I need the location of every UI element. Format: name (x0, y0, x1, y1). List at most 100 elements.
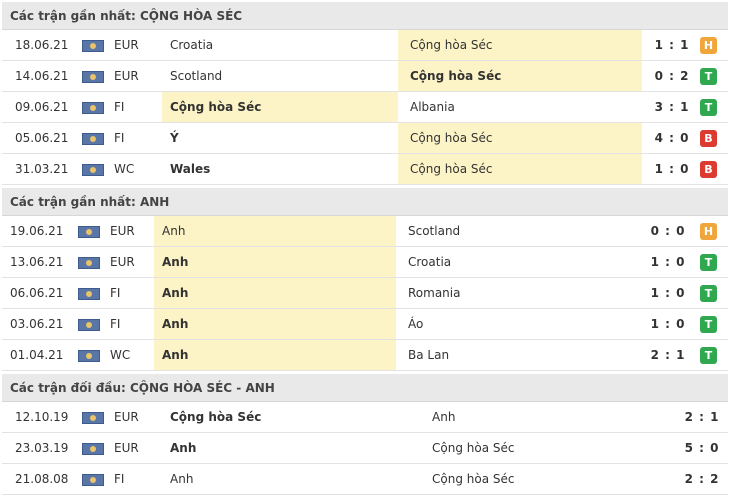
away-team[interactable]: Anh (420, 402, 678, 432)
competition: EUR (114, 410, 139, 424)
competition-flag-icon (78, 226, 100, 238)
match-date: 13.06.21 (10, 255, 64, 269)
match-score: 3 : 1 (654, 100, 690, 114)
section-czech-recent: Các trận gần nhất: CỘNG HÒA SÉC 18.06.21… (2, 2, 728, 185)
away-team[interactable]: Ba Lan (396, 340, 642, 370)
match-date: 01.04.21 (10, 348, 64, 362)
away-team[interactable]: Albania (398, 92, 642, 122)
match-score: 0 : 0 (650, 224, 686, 238)
away-team[interactable]: Áo (396, 309, 642, 339)
match-score: 0 : 2 (654, 69, 690, 83)
competition-flag-icon (82, 40, 104, 52)
competition: EUR (114, 69, 139, 83)
competition: FI (110, 286, 121, 300)
competition: EUR (114, 441, 139, 455)
match-date: 23.03.19 (15, 441, 69, 455)
result-badge: T (700, 99, 717, 116)
match-score: 1 : 0 (650, 317, 686, 331)
match-date: 21.08.08 (15, 472, 69, 486)
match-row[interactable]: 06.06.21 FI Anh Romania 1 : 0 T (2, 278, 728, 309)
match-row[interactable]: 14.06.21 EUR Scotland Cộng hòa Séc 0 : 2 T (2, 61, 728, 92)
result-badge: T (700, 316, 717, 333)
section-head-to-head: Các trận đối đầu: CỘNG HÒA SÉC - ANH 12.… (2, 374, 728, 495)
result-badge: B (700, 161, 717, 178)
competition-flag-icon (82, 102, 104, 114)
home-team[interactable]: Cộng hòa Séc (162, 92, 398, 122)
away-team[interactable]: Cộng hòa Séc (398, 30, 642, 60)
match-score: 4 : 0 (654, 131, 690, 145)
section-england-recent: Các trận gần nhất: ANH 19.06.21 EUR Anh Sco… (2, 188, 728, 371)
home-team[interactable]: Anh (162, 464, 420, 494)
match-score: 5 : 0 (684, 441, 720, 455)
home-team[interactable]: Anh (154, 340, 396, 370)
section-title: Các trận gần nhất: CỘNG HÒA SÉC (2, 2, 728, 30)
match-date: 19.06.21 (10, 224, 64, 238)
match-row[interactable]: 01.04.21 WC Anh Ba Lan 2 : 1 T (2, 340, 728, 371)
match-row[interactable]: 19.06.21 EUR Anh Scotland 0 : 0 H (2, 216, 728, 247)
competition-flag-icon (78, 319, 100, 331)
home-team[interactable]: Wales (162, 154, 398, 184)
competition-flag-icon (82, 443, 104, 455)
competition: EUR (110, 255, 135, 269)
match-score: 1 : 1 (654, 38, 690, 52)
match-score: 1 : 0 (654, 162, 690, 176)
match-row[interactable]: 05.06.21 FI Ý Cộng hòa Séc 4 : 0 B (2, 123, 728, 154)
home-team[interactable]: Anh (154, 216, 396, 246)
away-team[interactable]: Croatia (396, 247, 642, 277)
home-team[interactable]: Anh (162, 433, 420, 463)
section-title: Các trận đối đầu: CỘNG HÒA SÉC - ANH (2, 374, 728, 402)
competition: WC (110, 348, 131, 362)
home-team[interactable]: Anh (154, 278, 396, 308)
competition-flag-icon (82, 474, 104, 486)
competition-flag-icon (82, 164, 104, 176)
away-team[interactable]: Cộng hòa Séc (398, 61, 642, 91)
match-date: 18.06.21 (15, 38, 69, 52)
match-score: 2 : 1 (684, 410, 720, 424)
result-badge: H (700, 223, 717, 240)
match-date: 03.06.21 (10, 317, 64, 331)
match-date: 06.06.21 (10, 286, 64, 300)
competition: EUR (110, 224, 135, 238)
match-row[interactable]: 13.06.21 EUR Anh Croatia 1 : 0 T (2, 247, 728, 278)
competition: WC (114, 162, 135, 176)
home-team[interactable]: Croatia (162, 30, 398, 60)
away-team[interactable]: Cộng hòa Séc (420, 464, 678, 494)
match-score: 1 : 0 (650, 255, 686, 269)
competition-flag-icon (78, 288, 100, 300)
match-row[interactable]: 18.06.21 EUR Croatia Cộng hòa Séc 1 : 1 H (2, 30, 728, 61)
competition-flag-icon (82, 71, 104, 83)
match-row[interactable]: 09.06.21 FI Cộng hòa Séc Albania 3 : 1 T (2, 92, 728, 123)
away-team[interactable]: Romania (396, 278, 642, 308)
result-badge: H (700, 37, 717, 54)
competition: FI (114, 131, 125, 145)
result-badge: T (700, 254, 717, 271)
away-team[interactable]: Cộng hòa Séc (398, 154, 642, 184)
home-team[interactable]: Scotland (162, 61, 398, 91)
match-row[interactable]: 23.03.19 EUR Anh Cộng hòa Séc 5 : 0 (2, 433, 728, 464)
result-badge: T (700, 68, 717, 85)
result-badge: T (700, 347, 717, 364)
match-score: 1 : 0 (650, 286, 686, 300)
match-score: 2 : 1 (650, 348, 686, 362)
home-team[interactable]: Cộng hòa Séc (162, 402, 420, 432)
match-row[interactable]: 21.08.08 FI Anh Cộng hòa Séc 2 : 2 (2, 464, 728, 495)
home-team[interactable]: Anh (154, 247, 396, 277)
match-row[interactable]: 03.06.21 FI Anh Áo 1 : 0 T (2, 309, 728, 340)
away-team[interactable]: Cộng hòa Séc (398, 123, 642, 153)
match-row[interactable]: 31.03.21 WC Wales Cộng hòa Séc 1 : 0 B (2, 154, 728, 185)
match-date: 14.06.21 (15, 69, 69, 83)
competition-flag-icon (78, 350, 100, 362)
match-row[interactable]: 12.10.19 EUR Cộng hòa Séc Anh 2 : 1 (2, 402, 728, 433)
away-team[interactable]: Scotland (396, 216, 642, 246)
home-team[interactable]: Ý (162, 123, 398, 153)
match-date: 05.06.21 (15, 131, 69, 145)
home-team[interactable]: Anh (154, 309, 396, 339)
result-badge: B (700, 130, 717, 147)
competition-flag-icon (82, 412, 104, 424)
away-team[interactable]: Cộng hòa Séc (420, 433, 678, 463)
competition: EUR (114, 38, 139, 52)
competition: FI (110, 317, 121, 331)
result-badge: T (700, 285, 717, 302)
competition: FI (114, 472, 125, 486)
match-score: 2 : 2 (684, 472, 720, 486)
